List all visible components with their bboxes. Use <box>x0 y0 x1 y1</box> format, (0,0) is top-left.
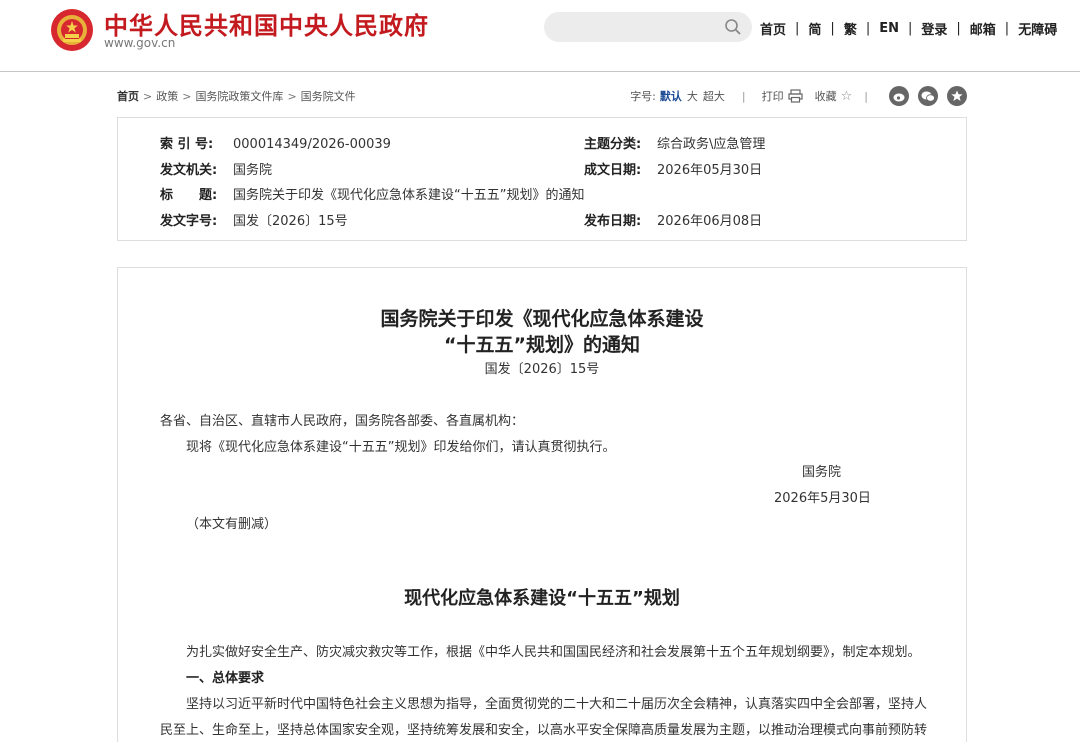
article-doc-number: 国发〔2026〕15号 <box>484 362 600 377</box>
breadcrumb: 首页 > 政策 > 国务院政策文件库 > 国务院文件 <box>117 90 356 103</box>
breadcrumb-home[interactable]: 首页 <box>117 90 139 103</box>
meta-row: 索 引 号: 000014349/2026-00039 主题分类: 综合政务\应急管… <box>160 133 765 152</box>
nav-separator: | <box>795 21 800 36</box>
font-size-large[interactable]: 大 <box>687 88 698 104</box>
signature: 国务院 <box>802 465 842 480</box>
favorite-button[interactable]: 收藏 <box>815 88 837 104</box>
meta-row: 发文字号: 国发〔2026〕15号 发布日期: 2026年06月08日 <box>160 210 762 229</box>
published-date-value: 2026年06月08日 <box>657 214 763 229</box>
issuer-value: 国务院 <box>233 163 273 178</box>
nav-traditional[interactable]: 繁 <box>844 19 857 38</box>
deletion-note: （本文有删减） <box>186 517 278 532</box>
nav-separator: | <box>907 21 913 36</box>
nav-separator: | <box>830 21 835 36</box>
breadcrumb-policy[interactable]: 政策 <box>156 90 178 103</box>
font-size-label: 字号: <box>630 90 656 103</box>
document-metadata: 索 引 号: 000014349/2026-00039 主题分类: 综合政务\应急管… <box>117 117 967 241</box>
search-input[interactable] <box>544 12 752 42</box>
nav-login[interactable]: 登录 <box>921 19 947 38</box>
breadcrumb-state-council-docs[interactable]: 国务院文件 <box>301 90 356 103</box>
wechat-icon[interactable] <box>918 86 938 106</box>
section-heading: 一、总体要求 <box>186 671 265 686</box>
article-tools: 字号: 默认 大 超大 | 打印 收藏 ☆ | <box>630 86 967 106</box>
print-icon[interactable] <box>788 89 803 103</box>
nav-separator: | <box>956 21 961 36</box>
site-header: 中华人民共和国中央人民政府 www.gov.cn 首页 | 简 | 繁 | EN… <box>0 0 1080 72</box>
search-icon[interactable] <box>724 18 742 36</box>
font-size-xlarge[interactable]: 超大 <box>703 88 725 104</box>
addressee: 各省、自治区、直辖市人民政府，国务院各部委、各直属机构： <box>160 414 525 429</box>
topic-label: 主题分类: <box>584 137 642 152</box>
meta-row: 标 题: 国务院关于印发《现代化应急体系建设“十五五”规划》的通知 <box>160 184 585 203</box>
section-title: 现代化应急体系建设“十五五”规划 <box>404 588 680 609</box>
paragraph-line: 民至上、生命至上，坚持总体国家安全观，坚持统筹发展和安全，以高水平安全保障高质量… <box>160 723 928 738</box>
star-icon[interactable]: ☆ <box>841 89 853 104</box>
created-date-label: 成文日期: <box>584 163 642 178</box>
meta-row: 发文机关: 国务院 成文日期: 2026年05月30日 <box>160 159 762 178</box>
published-date-label: 发布日期: <box>584 214 642 229</box>
national-emblem-icon[interactable] <box>50 8 94 52</box>
index-value: 000014349/2026-00039 <box>233 137 391 152</box>
nav-accessibility[interactable]: 无障碍 <box>1018 19 1057 38</box>
body-paragraph: 现将《现代化应急体系建设“十五五”规划》印发给你们，请认真贯彻执行。 <box>186 440 616 455</box>
nav-english[interactable]: EN <box>879 21 899 36</box>
sign-date: 2026年5月30日 <box>774 491 871 506</box>
article-toolbar: 首页 > 政策 > 国务院政策文件库 > 国务院文件 字号: 默认 大 超大 | 打印 收藏… <box>117 86 967 106</box>
doc-number-value: 国发〔2026〕15号 <box>233 214 348 229</box>
nav-simplified[interactable]: 简 <box>808 19 821 38</box>
print-button[interactable]: 打印 <box>762 88 784 104</box>
breadcrumb-policy-library[interactable]: 国务院政策文件库 <box>195 90 283 103</box>
nav-mailbox[interactable]: 邮箱 <box>970 19 996 38</box>
nav-separator: | <box>865 21 871 36</box>
title-label: 标 题: <box>160 188 218 203</box>
nav-home[interactable]: 首页 <box>760 19 786 38</box>
weibo-icon[interactable] <box>889 86 909 106</box>
qzone-icon[interactable] <box>947 86 967 106</box>
article-title-line2: “十五五”规划》的通知 <box>444 334 640 356</box>
font-size-default[interactable]: 默认 <box>660 88 682 104</box>
site-url[interactable]: www.gov.cn <box>104 36 175 50</box>
top-nav: 首页 | 简 | 繁 | EN | 登录 | 邮箱 | 无障碍 <box>760 19 1057 38</box>
topic-value: 综合政务\应急管理 <box>657 137 766 152</box>
paragraph-line: 坚持以习近平新时代中国特色社会主义思想为指导，全面贯彻党的二十大和二十届历次全会… <box>186 697 928 712</box>
intro-paragraph: 为扎实做好安全生产、防灾减灾救灾等工作，根据《中华人民共和国国民经济和社会发展第… <box>186 645 921 660</box>
index-label: 索 引 号: <box>160 137 214 152</box>
issuer-label: 发文机关: <box>160 163 218 178</box>
article-title-line1: 国务院关于印发《现代化应急体系建设 <box>380 308 704 330</box>
title-value: 国务院关于印发《现代化应急体系建设“十五五”规划》的通知 <box>233 188 585 203</box>
nav-separator: | <box>1004 21 1010 36</box>
article-body: 国务院关于印发《现代化应急体系建设 “十五五”规划》的通知 国发〔2026〕15… <box>117 267 967 742</box>
doc-number-label: 发文字号: <box>160 214 218 229</box>
created-date-value: 2026年05月30日 <box>657 163 763 178</box>
